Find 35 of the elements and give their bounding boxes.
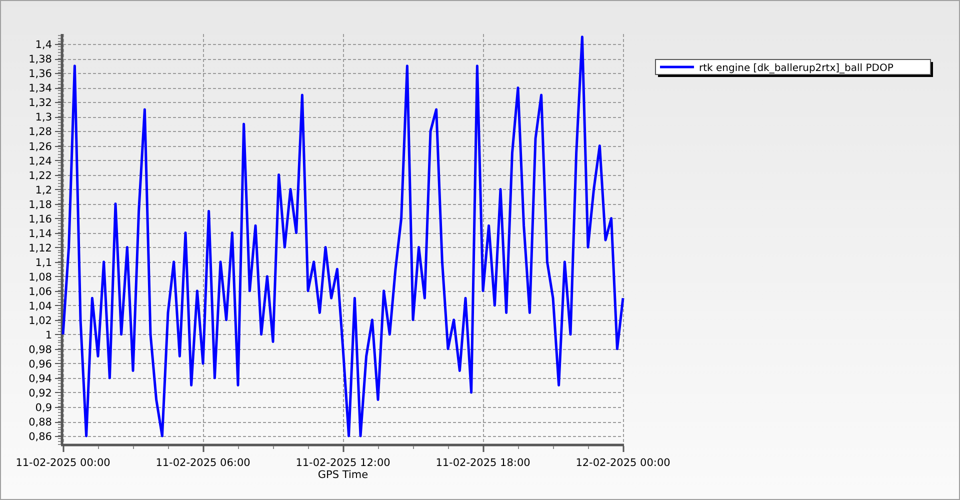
axis-title: GPS Time: [318, 469, 368, 481]
axis-tick-label: 1,28: [28, 126, 52, 138]
axis-tick-label: 1,3: [35, 112, 52, 124]
axis-tick-label: 0,88: [28, 416, 52, 428]
axis-tick-label: 1,08: [28, 271, 52, 284]
axis-tick-label: 0,94: [28, 372, 52, 385]
axis-tick-label: 1,14: [28, 228, 52, 240]
axis-tick-label: 11-02-2025 06:00: [156, 457, 250, 469]
axis-tick-label: 1,32: [28, 97, 52, 110]
axis-tick-label: 1,34: [28, 82, 52, 95]
axis-tick-label: 1,4: [35, 39, 52, 52]
axis-tick-label: 1,18: [28, 198, 52, 211]
axis-tick-label: 1,36: [28, 68, 52, 80]
axis-tick-label: 11-02-2025 00:00: [16, 457, 110, 469]
axis-tick-label: 1,02: [28, 314, 52, 327]
axis-tick-label: 12-02-2025 00:00: [576, 457, 670, 469]
axis-tick-label: 1,26: [28, 140, 52, 153]
axis-tick-label: 1,38: [28, 54, 52, 66]
axis-tick-label: 1,22: [28, 170, 52, 182]
axis-tick-label: 0,92: [28, 387, 52, 400]
axis-tick-label: 1,12: [28, 242, 52, 254]
axis-tick-label: 1,24: [28, 155, 52, 168]
axis-tick-label: 0,86: [28, 431, 52, 444]
axis-tick-label: 1: [45, 329, 52, 342]
axis-tick-label: 1,2: [35, 184, 52, 196]
legend-label: rtk engine [dk_ballerup2rtx]_ball PDOP: [699, 63, 894, 74]
axis-tick-label: 0,98: [28, 344, 52, 356]
axis-tick-label: 0,9: [35, 402, 52, 414]
axis-tick-label: 11-02-2025 18:00: [436, 457, 530, 469]
axis-tick-label: 1,04: [28, 300, 52, 312]
axis-tick-label: 1,16: [28, 213, 52, 226]
axis-tick-label: 1,06: [28, 286, 52, 298]
axis-tick-label: 0,96: [28, 358, 52, 370]
axis-tick-label: 11-02-2025 12:00: [296, 457, 390, 469]
axis-tick-label: 1,1: [35, 256, 52, 269]
